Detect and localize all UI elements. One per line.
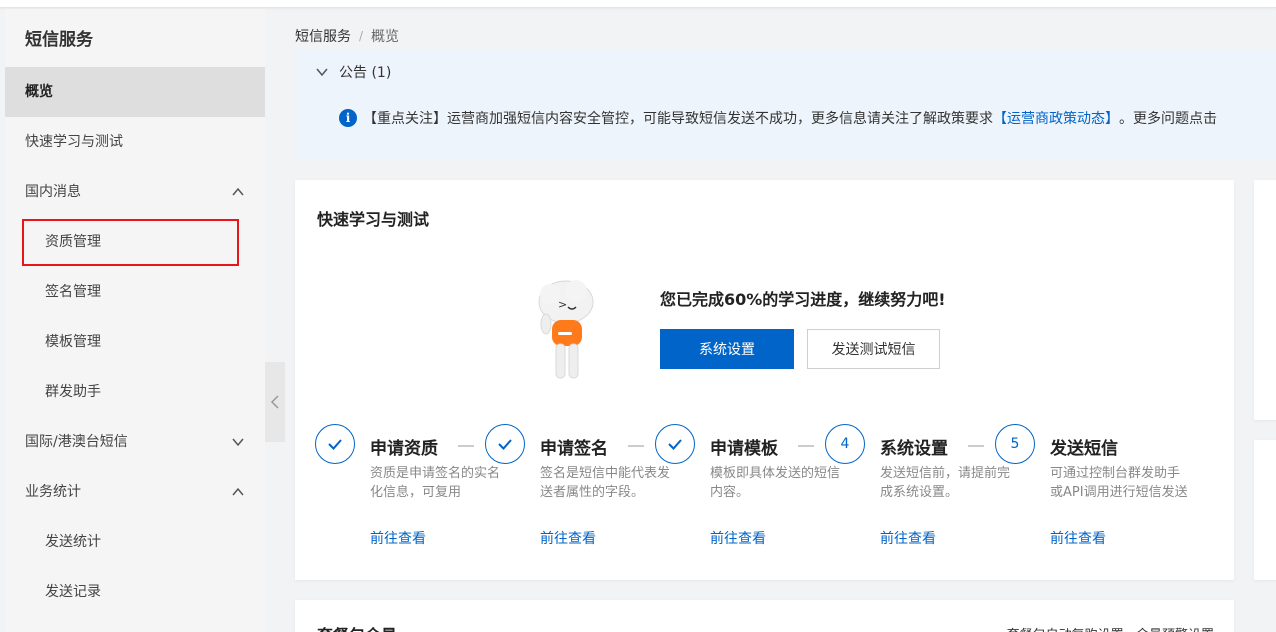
info-icon: i — [339, 109, 357, 127]
step-view-link[interactable]: 前往查看 — [710, 528, 766, 548]
sidebar-group-statistics[interactable]: 业务统计 — [5, 467, 265, 517]
side-card-2 — [1254, 440, 1276, 580]
package-card: 套餐包余量 套餐包自动复购设置 · 余量预警设置 — [295, 600, 1234, 632]
step-view-link[interactable]: 前往查看 — [540, 528, 596, 548]
chevron-left-icon — [270, 395, 279, 409]
sidebar-group-label: 国内消息 — [25, 184, 81, 200]
step-description: 发送短信前，请提前完成系统设置。 — [880, 466, 1011, 500]
top-bar — [0, 0, 1276, 8]
mascot-image: > — [538, 280, 594, 379]
quick-learn-card: 快速学习与测试 > 您已完成60%的学习进度，继续努力吧! 系统设置 发送测试短… — [295, 180, 1234, 580]
sidebar-group-international[interactable]: 国际/港澳台短信 — [5, 417, 265, 467]
notice-toggle[interactable]: 公告 (1) — [315, 62, 391, 82]
step-connector — [798, 445, 814, 447]
step-connector — [458, 445, 474, 447]
step-description: 模板即具体发送的短信内容。 — [710, 466, 841, 500]
notice-panel: 公告 (1) i 【重点关注】运营商加强短信内容安全管控，可能导致短信发送不成功… — [295, 50, 1276, 160]
step-view-link[interactable]: 前往查看 — [370, 528, 426, 548]
breadcrumb-root[interactable]: 短信服务 — [295, 26, 351, 46]
breadcrumb-current: 概览 — [371, 29, 400, 45]
sidebar-item-bulk-send[interactable]: 群发助手 — [5, 367, 265, 417]
step-title: 申请模板 — [710, 439, 778, 459]
step-view-link[interactable]: 前往查看 — [1050, 528, 1106, 548]
package-card-title: 套餐包余量 — [317, 622, 397, 632]
sidebar-item-send-records[interactable]: 发送记录 — [5, 567, 265, 617]
breadcrumb-separator: / — [359, 29, 364, 43]
sidebar-group-label: 国际/港澳台短信 — [25, 434, 128, 450]
package-card-actions[interactable]: 套餐包自动复购设置 · 余量预警设置 — [1007, 624, 1214, 632]
notice-header: 公告 (1) — [339, 65, 392, 81]
sidebar-group-label: 业务统计 — [25, 484, 81, 500]
system-settings-button[interactable]: 系统设置 — [660, 329, 794, 369]
chevron-up-icon — [229, 167, 247, 217]
step-description: 可通过控制台群发助手或API调用进行短信发送 — [1050, 466, 1188, 500]
sidebar-title: 短信服务 — [5, 9, 265, 67]
breadcrumb: 短信服务 / 概览 — [295, 26, 399, 46]
sidebar-item-template[interactable]: 模板管理 — [5, 317, 265, 367]
step-title: 申请签名 — [540, 439, 608, 459]
card-title: 快速学习与测试 — [317, 210, 430, 229]
sidebar-item-qualification[interactable]: 资质管理 — [5, 217, 265, 267]
step-description: 签名是短信中能代表发送者属性的字段。 — [540, 466, 671, 500]
notice-policy-link[interactable]: 【运营商政策动态】 — [993, 108, 1119, 128]
check-icon — [315, 424, 355, 464]
step-connector — [628, 445, 644, 447]
chevron-down-icon — [316, 68, 328, 77]
step-description: 资质是申请签名的实名化信息，可复用 — [370, 466, 501, 500]
progress-message: 您已完成60%的学习进度，继续努力吧! — [660, 290, 946, 309]
notice-message: i 【重点关注】运营商加强短信内容安全管控，可能导致短信发送不成功，更多信息请关… — [339, 108, 1217, 128]
sidebar: 短信服务 概览 快速学习与测试 国内消息 资质管理 签名管理 模板管理 群发助手… — [5, 9, 265, 632]
sidebar-item-signature[interactable]: 签名管理 — [5, 267, 265, 317]
step-number-icon: 4 — [825, 424, 865, 464]
sidebar-group-domestic[interactable]: 国内消息 — [5, 167, 265, 217]
steps-list: 申请资质资质是申请签名的实名化信息，可复用前往查看 申请签名签名是短信中能代表发送… — [315, 424, 1215, 554]
check-icon — [485, 424, 525, 464]
notice-text-after: 。更多问题点击 — [1119, 111, 1217, 127]
step-number: 4 — [840, 436, 850, 452]
sidebar-item-overview[interactable]: 概览 — [5, 67, 265, 117]
chevron-down-icon — [229, 417, 247, 467]
step-title: 系统设置 — [880, 439, 948, 459]
sidebar-item-send-stats[interactable]: 发送统计 — [5, 517, 265, 567]
check-icon — [655, 424, 695, 464]
send-test-sms-button[interactable]: 发送测试短信 — [807, 329, 940, 369]
step-connector — [968, 445, 984, 447]
notice-text: 【重点关注】运营商加强短信内容安全管控，可能导致短信发送不成功，更多信息请关注了… — [363, 111, 993, 127]
step-number-icon: 5 — [995, 424, 1035, 464]
sidebar-item-quick-learn[interactable]: 快速学习与测试 — [5, 117, 265, 167]
svg-text:>: > — [558, 298, 567, 311]
step-view-link[interactable]: 前往查看 — [880, 528, 936, 548]
step-number: 5 — [1010, 436, 1020, 452]
side-card — [1254, 180, 1276, 420]
chevron-up-icon — [229, 467, 247, 517]
step-title: 发送短信 — [1050, 439, 1118, 459]
sidebar-collapse-handle[interactable] — [265, 362, 285, 442]
step-title: 申请资质 — [370, 439, 438, 459]
